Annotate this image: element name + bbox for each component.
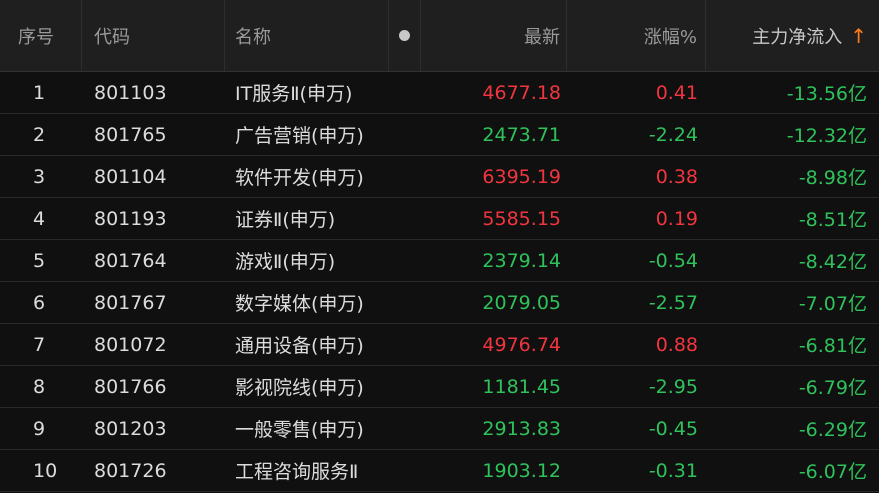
row-change-pct: 0.41: [655, 81, 698, 104]
column-header-last-price[interactable]: 最新: [421, 0, 567, 71]
row-main-net-inflow: -8.51亿: [798, 209, 867, 231]
table-body: 1 801103 IT服务Ⅱ(申万) 4677.18 0.41 -13.56亿 2 80176…: [0, 72, 879, 492]
column-header-code[interactable]: 代码: [82, 0, 225, 71]
row-last-price: 6395.19: [482, 165, 561, 188]
sector-fund-flow-table: 序号 代码 名称 最新 涨幅% 主力净流入 ↑ 1 801103 IT服务Ⅱ(申万)…: [0, 0, 879, 492]
row-name: 软件开发(申万): [235, 167, 364, 189]
row-main-net-inflow: -6.29亿: [798, 419, 867, 441]
column-header-main-net-inflow[interactable]: 主力净流入 ↑: [706, 0, 879, 71]
row-index: 8: [33, 375, 46, 398]
row-index: 2: [33, 123, 46, 146]
row-change-pct: -0.45: [648, 417, 698, 440]
row-name: 一般零售(申万): [235, 419, 364, 441]
row-name: 影视院线(申万): [235, 377, 364, 399]
row-marker: [389, 324, 421, 365]
row-main-net-inflow: -8.42亿: [798, 251, 867, 273]
row-name: 数字媒体(申万): [235, 293, 364, 315]
row-index: 1: [33, 81, 46, 104]
dot-icon: [399, 30, 410, 41]
row-marker: [389, 114, 421, 155]
row-last-price: 2079.05: [482, 291, 561, 314]
row-main-net-inflow: -13.56亿: [786, 83, 867, 105]
row-code: 801203: [94, 417, 167, 440]
row-name: 广告营销(申万): [235, 125, 364, 147]
row-change-pct: -2.24: [648, 123, 698, 146]
row-change-pct: -2.95: [648, 375, 698, 398]
row-code: 801766: [94, 375, 167, 398]
row-last-price: 4976.74: [482, 333, 561, 356]
row-code: 801193: [94, 207, 167, 230]
row-code: 801726: [94, 459, 167, 482]
row-last-price: 2473.71: [482, 123, 561, 146]
row-marker: [389, 240, 421, 281]
row-last-price: 2379.14: [482, 249, 561, 272]
row-last-price: 1181.45: [482, 375, 561, 398]
row-index: 9: [33, 417, 46, 440]
row-last-price: 1903.12: [482, 459, 561, 482]
row-main-net-inflow: -6.81亿: [798, 335, 867, 357]
row-change-pct: -2.57: [648, 291, 698, 314]
table-row[interactable]: 6 801767 数字媒体(申万) 2079.05 -2.57 -7.07亿: [0, 282, 879, 324]
table-row[interactable]: 8 801766 影视院线(申万) 1181.45 -2.95 -6.79亿: [0, 366, 879, 408]
table-row[interactable]: 4 801193 证券Ⅱ(申万) 5585.15 0.19 -8.51亿: [0, 198, 879, 240]
row-change-pct: 0.38: [655, 165, 698, 188]
row-name: 游戏Ⅱ(申万): [235, 251, 336, 273]
table-row[interactable]: 3 801104 软件开发(申万) 6395.19 0.38 -8.98亿: [0, 156, 879, 198]
row-code: 801765: [94, 123, 167, 146]
row-main-net-inflow: -7.07亿: [798, 293, 867, 315]
table-row[interactable]: 10 801726 工程咨询服务Ⅱ 1903.12 -0.31 -6.07亿: [0, 450, 879, 492]
row-main-net-inflow: -8.98亿: [798, 167, 867, 189]
column-header-marker[interactable]: [389, 0, 421, 71]
row-index: 6: [33, 291, 46, 314]
row-code: 801764: [94, 249, 167, 272]
table-row[interactable]: 2 801765 广告营销(申万) 2473.71 -2.24 -12.32亿: [0, 114, 879, 156]
row-index: 4: [33, 207, 46, 230]
row-main-net-inflow: -6.79亿: [798, 377, 867, 399]
column-header-name[interactable]: 名称: [225, 0, 389, 71]
row-change-pct: -0.31: [648, 459, 698, 482]
row-last-price: 2913.83: [482, 417, 561, 440]
row-name: 通用设备(申万): [235, 335, 364, 357]
row-name: 证券Ⅱ(申万): [235, 209, 336, 231]
row-index: 5: [33, 249, 46, 272]
table-row[interactable]: 7 801072 通用设备(申万) 4976.74 0.88 -6.81亿: [0, 324, 879, 366]
row-name: IT服务Ⅱ(申万): [235, 83, 353, 105]
row-marker: [389, 450, 421, 491]
table-row[interactable]: 5 801764 游戏Ⅱ(申万) 2379.14 -0.54 -8.42亿: [0, 240, 879, 282]
row-index: 3: [33, 165, 46, 188]
table-header: 序号 代码 名称 最新 涨幅% 主力净流入 ↑: [0, 0, 879, 72]
row-marker: [389, 156, 421, 197]
row-code: 801072: [94, 333, 167, 356]
row-index: 10: [33, 459, 58, 482]
row-code: 801103: [94, 81, 167, 104]
row-marker: [389, 72, 421, 113]
row-code: 801104: [94, 165, 167, 188]
row-change-pct: -0.54: [648, 249, 698, 272]
sort-ascending-icon: ↑: [850, 23, 867, 48]
table-row[interactable]: 1 801103 IT服务Ⅱ(申万) 4677.18 0.41 -13.56亿: [0, 72, 879, 114]
table-row[interactable]: 9 801203 一般零售(申万) 2913.83 -0.45 -6.29亿: [0, 408, 879, 450]
row-main-net-inflow: -12.32亿: [786, 125, 867, 147]
row-change-pct: 0.88: [655, 333, 698, 356]
row-change-pct: 0.19: [655, 207, 698, 230]
row-marker: [389, 282, 421, 323]
column-header-change-pct[interactable]: 涨幅%: [567, 0, 706, 71]
column-header-index[interactable]: 序号: [0, 0, 82, 71]
row-marker: [389, 366, 421, 407]
row-last-price: 4677.18: [482, 81, 561, 104]
row-marker: [389, 198, 421, 239]
row-code: 801767: [94, 291, 167, 314]
row-main-net-inflow: -6.07亿: [798, 461, 867, 483]
row-last-price: 5585.15: [482, 207, 561, 230]
row-name: 工程咨询服务Ⅱ: [235, 461, 359, 483]
row-marker: [389, 408, 421, 449]
row-index: 7: [33, 333, 46, 356]
